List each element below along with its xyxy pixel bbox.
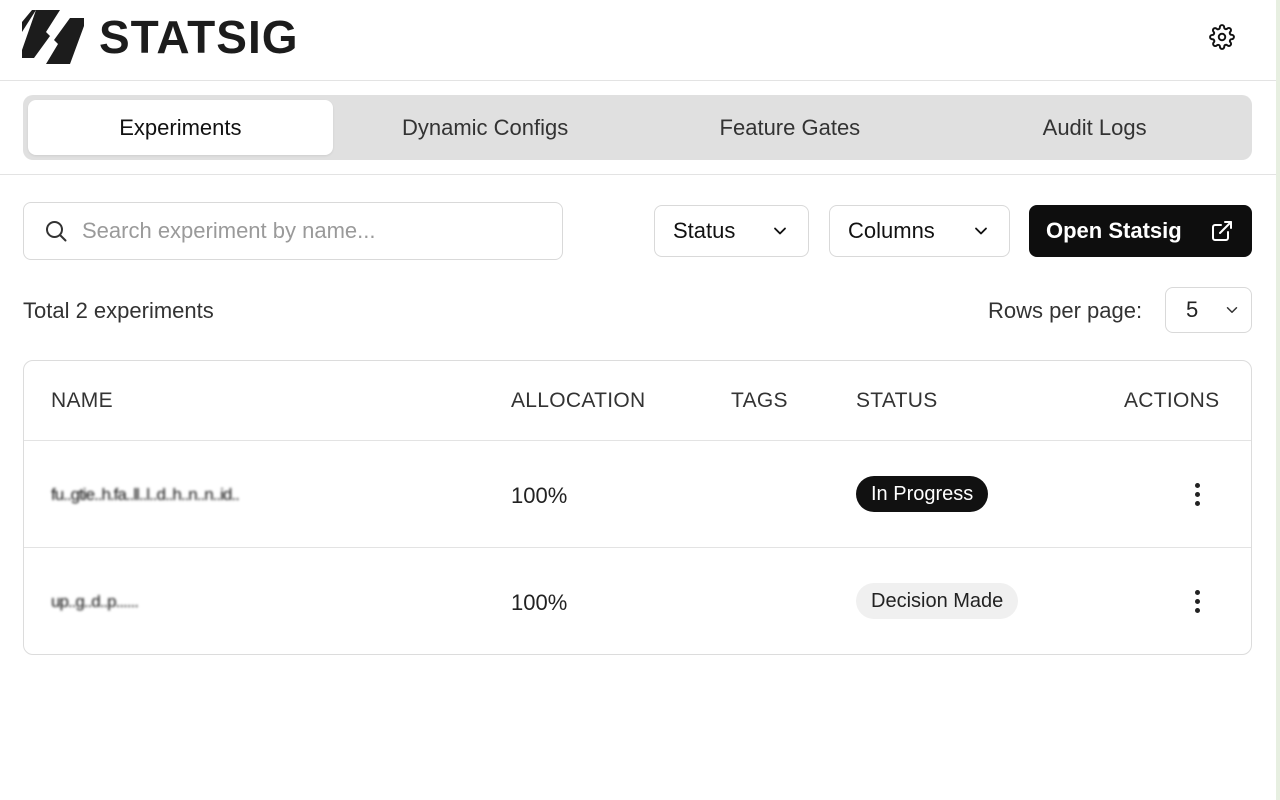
kebab-dot	[1194, 589, 1200, 595]
open-statsig-button[interactable]: Open Statsig	[1029, 205, 1252, 257]
experiments-table: NAME ALLOCATION TAGS STATUS ACTIONS fu..…	[23, 360, 1252, 655]
column-header-actions: ACTIONS	[1124, 389, 1220, 412]
experiment-name[interactable]: up..g..d..p......	[51, 592, 138, 612]
status-filter-dropdown[interactable]: Status	[654, 205, 809, 257]
main-tabs: Experiments Dynamic Configs Feature Gate…	[23, 95, 1252, 160]
experiment-name[interactable]: fu..gtie..h.fa..ll..l..d..h..n..n..id..	[51, 485, 239, 505]
rows-per-page-label: Rows per page:	[988, 298, 1143, 323]
table-row[interactable]: fu..gtie..h.fa..ll..l..d..h..n..n..id.. …	[24, 441, 1251, 548]
kebab-dot	[1194, 500, 1200, 506]
search-box[interactable]	[23, 202, 563, 260]
chevron-down-icon	[975, 227, 987, 235]
column-header-tags[interactable]: TAGS	[731, 389, 788, 413]
gear-icon	[1209, 24, 1235, 50]
kebab-dot	[1194, 607, 1200, 613]
search-icon	[46, 221, 67, 242]
experiment-allocation: 100%	[511, 483, 568, 508]
rows-per-page-select[interactable]: 5	[1165, 287, 1252, 333]
column-header-status[interactable]: STATUS	[856, 389, 938, 413]
row-actions-menu-button[interactable]	[1186, 586, 1208, 616]
kebab-dot	[1194, 598, 1200, 604]
row-actions-menu-button[interactable]	[1186, 479, 1208, 509]
total-count: Total 2 experiments	[23, 298, 214, 323]
kebab-dot	[1194, 491, 1200, 497]
tab-dynamic-configs[interactable]: Dynamic Configs	[333, 100, 638, 155]
chevron-down-icon	[1226, 307, 1238, 313]
columns-label: Columns	[848, 218, 935, 243]
rows-per-page-value: 5	[1186, 297, 1199, 322]
statsig-logo[interactable]: STATSIG	[22, 10, 299, 64]
app-header: STATSIG	[0, 0, 1276, 81]
window-edge	[1276, 0, 1280, 800]
status-filter-label: Status	[673, 218, 736, 243]
external-link-icon	[1212, 221, 1232, 241]
section-divider	[0, 174, 1276, 175]
tab-audit-logs[interactable]: Audit Logs	[942, 100, 1247, 155]
open-statsig-label: Open Statsig	[1046, 218, 1182, 243]
tab-experiments[interactable]: Experiments	[28, 100, 333, 155]
tab-feature-gates[interactable]: Feature Gates	[638, 100, 943, 155]
status-badge: Decision Made	[856, 583, 1019, 619]
columns-dropdown[interactable]: Columns	[829, 205, 1010, 257]
settings-button[interactable]	[1207, 22, 1237, 52]
search-input[interactable]	[82, 218, 522, 244]
kebab-dot	[1194, 482, 1200, 488]
status-badge: In Progress	[856, 476, 989, 512]
statsig-logo-icon	[22, 10, 84, 64]
brand-name: STATSIG	[99, 11, 299, 63]
chevron-down-icon	[774, 227, 786, 235]
table-row[interactable]: up..g..d..p...... 100% Decision Made	[24, 548, 1251, 654]
column-header-allocation[interactable]: ALLOCATION	[511, 389, 645, 413]
experiment-allocation: 100%	[511, 590, 568, 615]
table-header: NAME ALLOCATION TAGS STATUS ACTIONS	[24, 361, 1251, 441]
column-header-name[interactable]: NAME	[51, 389, 113, 413]
